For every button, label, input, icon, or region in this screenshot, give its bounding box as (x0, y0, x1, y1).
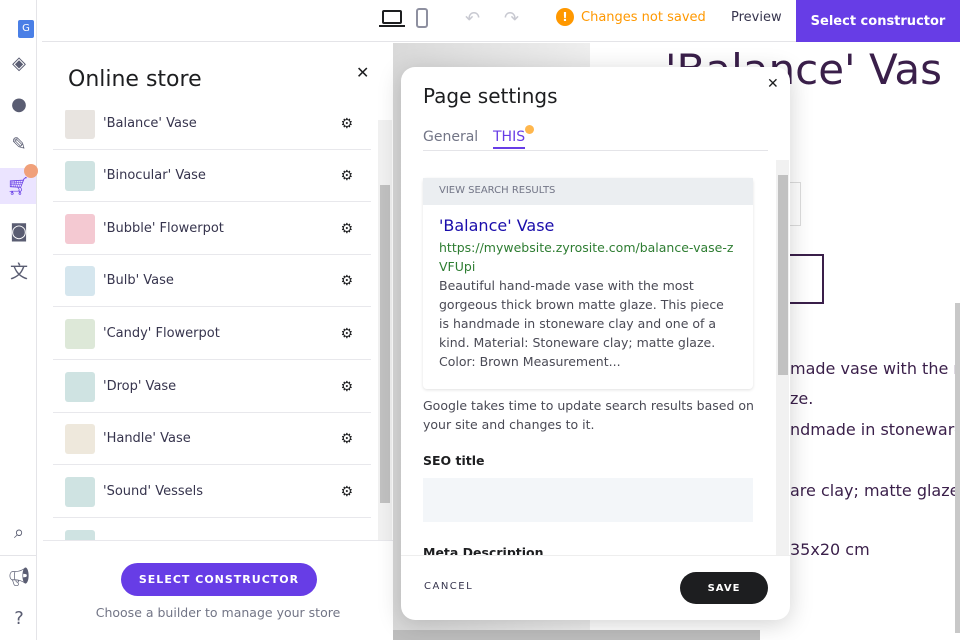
translate-icon[interactable]: 文 (4, 256, 34, 286)
product-thumbnail (65, 530, 95, 540)
gear-icon[interactable]: ⚙ (340, 168, 353, 184)
product-name: 'Bulb' Vase (103, 273, 174, 288)
gear-icon[interactable]: ⚙ (340, 379, 353, 395)
gear-icon[interactable]: ⚙ (340, 116, 353, 132)
product-thumbnail (65, 423, 95, 454)
description-fragment: ndmade in stoneware (790, 420, 960, 439)
search-preview-card: VIEW SEARCH RESULTS 'Balance' Vase https… (423, 178, 753, 389)
changes-status: Changes not saved (581, 10, 706, 25)
list-item[interactable]: 'Handle' Vase ⚙ (53, 413, 371, 465)
close-panel-icon[interactable]: ✕ (356, 63, 369, 82)
select-constructor-button[interactable]: SELECT CONSTRUCTOR (121, 563, 317, 596)
constructor-hint: Choose a builder to manage your store (95, 605, 341, 620)
megaphone-icon[interactable]: 📢︎ (4, 562, 34, 592)
list-item[interactable]: 'Bulb' Vase ⚙ (53, 255, 371, 307)
redo-icon[interactable]: ↷ (504, 8, 519, 29)
gear-icon[interactable]: ⚙ (340, 326, 353, 342)
vertical-scrollbar[interactable] (955, 303, 960, 633)
layers-icon[interactable]: ◈ (4, 48, 34, 78)
cancel-button[interactable]: CANCEL (424, 581, 473, 592)
save-button[interactable]: SAVE (680, 572, 768, 604)
cta-label: SELECT CONSTRUCTOR (138, 573, 300, 586)
product-name: 'Binocular' Vase (103, 168, 206, 183)
list-item[interactable]: 'Sound' Vessels ⚙ (53, 466, 371, 518)
list-item[interactable] (53, 519, 371, 540)
footer-divider (401, 555, 790, 556)
warning-icon: ! (556, 8, 574, 26)
product-thumbnail (65, 213, 95, 244)
product-name: 'Drop' Vase (103, 379, 177, 394)
modal-title: Page settings (423, 84, 558, 108)
preview-header: VIEW SEARCH RESULTS (423, 178, 753, 205)
product-name: 'Sound' Vessels (103, 484, 204, 499)
gear-icon[interactable]: ⚙ (340, 273, 353, 289)
list-item[interactable]: 'Bubble' Flowerpot ⚙ (53, 203, 371, 255)
mobile-view-icon[interactable] (416, 8, 428, 28)
product-thumbnail (65, 160, 95, 191)
product-name: 'Bubble' Flowerpot (103, 221, 224, 236)
save-label: SAVE (707, 582, 741, 594)
scrollbar-thumb[interactable] (778, 175, 788, 375)
tab-general[interactable]: General (423, 129, 478, 145)
panel-title: Online store (68, 67, 202, 92)
tab-divider (423, 150, 768, 151)
list-item[interactable]: 'Binocular' Vase ⚙ (53, 150, 371, 202)
help-icon[interactable]: ? (4, 603, 34, 633)
top-bar: ↶ ↷ ! Changes not saved Preview Select c… (42, 0, 960, 42)
list-item[interactable]: 'Drop' Vase ⚙ (53, 361, 371, 413)
select-constructor-label: Select constructor (810, 13, 946, 29)
palette-icon[interactable]: ● (4, 89, 34, 119)
close-modal-icon[interactable]: ✕ (767, 76, 779, 92)
modal-scroll-area: VIEW SEARCH RESULTS 'Balance' Vase https… (401, 160, 790, 555)
search-icon[interactable]: ⌕ (4, 517, 34, 547)
list-scrollbar[interactable] (378, 120, 392, 540)
meta-description-label: Meta Description (423, 545, 544, 555)
gear-icon[interactable]: ⚙ (340, 221, 353, 237)
description-fragment: made vase with the m (790, 359, 960, 378)
seo-title-label: SEO title (423, 453, 485, 468)
notification-dot (24, 164, 38, 178)
modal-scrollbar[interactable] (776, 160, 789, 555)
seo-title-input[interactable] (423, 478, 753, 522)
update-note: Google takes time to update search resul… (423, 398, 754, 432)
product-thumbnail (65, 476, 95, 507)
product-thumbnail (65, 318, 95, 349)
desktop-base (379, 25, 405, 27)
product-name: 'Candy' Flowerpot (103, 326, 220, 341)
divider (43, 540, 393, 541)
description-fragment: ze. (790, 389, 814, 408)
scrollbar-thumb[interactable] (380, 185, 390, 503)
desktop-view-icon[interactable] (382, 10, 402, 24)
left-rail: G ◈ ● ✎ 🛒︎ ◙ 文 ⌕ 📢︎ ? (0, 0, 38, 640)
result-description: Beautiful hand-made vase with the most g… (439, 278, 724, 369)
list-item[interactable]: 'Balance' Vase ⚙ (53, 110, 371, 150)
gear-icon[interactable]: ⚙ (340, 484, 353, 500)
product-thumbnail (65, 265, 95, 296)
description-fragment: are clay; matte glaze. (790, 481, 960, 500)
edit-icon[interactable]: ✎ (4, 129, 34, 159)
product-name: 'Handle' Vase (103, 431, 191, 446)
undo-icon[interactable]: ↶ (465, 8, 480, 29)
online-store-panel: Online store ✕ 'Balance' Vase ⚙ 'Binocula… (43, 43, 393, 640)
preview-button[interactable]: Preview (731, 10, 782, 25)
list-item[interactable]: 'Candy' Flowerpot ⚙ (53, 308, 371, 360)
product-thumbnail (65, 371, 95, 402)
tab-notification-dot (525, 125, 534, 134)
result-url: https://mywebsite.zyrosite.com/balance-v… (439, 240, 734, 274)
product-thumbnail (65, 110, 95, 139)
horizontal-scrollbar[interactable] (393, 630, 760, 640)
description-fragment: 35x20 cm (790, 540, 870, 559)
tab-this[interactable]: THIS (493, 129, 526, 149)
page-settings-modal: Page settings ✕ General THIS VIEW SEARCH… (401, 67, 790, 620)
divider (0, 555, 36, 556)
robot-icon[interactable]: ◙ (4, 216, 34, 246)
product-name: 'Balance' Vase (103, 116, 197, 131)
result-title[interactable]: 'Balance' Vase (423, 205, 753, 235)
product-list: 'Balance' Vase ⚙ 'Binocular' Vase ⚙ 'Bubbl… (43, 110, 393, 540)
select-constructor-top-button[interactable]: Select constructor (796, 0, 960, 42)
gear-icon[interactable]: ⚙ (340, 431, 353, 447)
translate-logo-icon: G (18, 20, 34, 38)
